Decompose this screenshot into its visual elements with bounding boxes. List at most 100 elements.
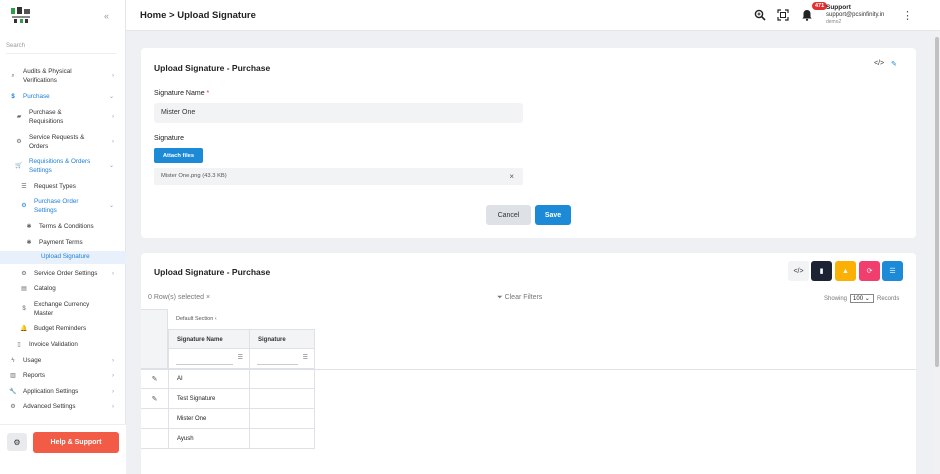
filter-icon: ⏷ xyxy=(497,294,503,301)
sidebar-search-input[interactable]: Search xyxy=(6,43,116,54)
user-email: support@pcsinfinity.in xyxy=(826,12,885,18)
sidebar-item-advanced-settings[interactable]: ⚙ Advanced Settings › xyxy=(0,403,126,412)
chevron-right-icon: › xyxy=(112,389,114,395)
cancel-button[interactable]: Cancel xyxy=(486,205,531,225)
user-menu[interactable]: Support support@pcsinfinity.in demo2 xyxy=(826,4,884,25)
report-icon: ▥ xyxy=(10,373,16,379)
sidebar-item-request-types[interactable]: ☰ Request Types xyxy=(0,183,126,192)
scrollbar-thumb[interactable] xyxy=(935,37,939,367)
signature-name-input[interactable]: Mister One xyxy=(154,103,523,123)
help-support-button[interactable]: Help & Support xyxy=(33,432,119,453)
collapse-section-icon: ‹ xyxy=(214,316,217,322)
sidebar-item-application-settings[interactable]: 🔧 Application Settings › xyxy=(0,388,126,397)
warning-button[interactable]: ▲ xyxy=(835,261,856,281)
edit-row-icon[interactable]: ✎ xyxy=(141,389,168,409)
sidebar-item-service-requests[interactable]: ⚙ Service Requests & Orders › xyxy=(0,134,126,151)
document-button[interactable]: ▮ xyxy=(811,261,832,281)
dollar-icon: $ xyxy=(22,306,26,313)
refresh-button[interactable]: ⟳ xyxy=(859,261,880,281)
sidebar-item-usage[interactable]: ϟ Usage › xyxy=(0,357,126,366)
page-size-select[interactable]: 100 ⌄ xyxy=(850,294,875,303)
top-header: Home > Upload Signature 471 Support supp… xyxy=(126,0,940,31)
sidebar-item-catalog[interactable]: ▤ Catalog xyxy=(0,285,126,294)
required-mark: * xyxy=(206,90,210,97)
table-row[interactable]: Ayush xyxy=(141,429,315,449)
user-org: demo2 xyxy=(826,19,842,25)
page-scrollbar[interactable] xyxy=(934,31,940,474)
clear-filters-button[interactable]: ⏷ Clear Filters xyxy=(497,294,542,302)
gear-icon: ⚙ xyxy=(21,271,27,277)
company-logo[interactable] xyxy=(10,6,32,24)
bell-icon[interactable] xyxy=(801,9,813,24)
user-name: Support xyxy=(826,4,851,11)
chevron-down-icon: ⌄ xyxy=(108,203,114,210)
menu-list-button[interactable]: ☰ xyxy=(882,261,903,281)
signature-cell xyxy=(250,429,315,449)
wrench-icon: 🔧 xyxy=(9,389,17,395)
chevron-right-icon: › xyxy=(112,404,114,410)
sidebar-footer: ⚙ Help & Support xyxy=(0,424,126,474)
filter-icon[interactable]: ☰ xyxy=(238,354,243,361)
sidebar-item-exchange-currency[interactable]: $ Exchange Currency Master xyxy=(0,301,126,318)
chevron-right-icon: › xyxy=(112,358,114,364)
signature-filter[interactable]: ☰ xyxy=(250,349,315,369)
signature-name-cell: Test Signature xyxy=(168,389,250,409)
clear-selection-icon[interactable]: × xyxy=(206,294,210,301)
signature-cell xyxy=(250,369,315,389)
truck-icon: ▰ xyxy=(16,114,22,121)
page-size-control: Showing 100 ⌄ Records xyxy=(824,294,900,303)
chevron-right-icon: › xyxy=(112,73,114,80)
edit-pencil-icon[interactable]: ✎ xyxy=(891,60,897,68)
sidebar-item-purchase-order-settings[interactable]: ⚙ Purchase Order Settings ⌄ xyxy=(0,198,126,215)
sidebar-item-requisitions-orders-settings[interactable]: 🛒 Requisitions & Orders Settings ⌄ xyxy=(0,158,126,175)
signature-name-filter[interactable]: ☰ xyxy=(168,349,250,369)
more-options-icon[interactable]: ⋮ xyxy=(902,9,913,22)
asterisk-icon: ✱ xyxy=(26,240,32,246)
attach-files-button[interactable]: Attach files xyxy=(154,148,203,163)
signature-cell xyxy=(250,389,315,409)
column-header-signature-name[interactable]: Signature Name xyxy=(168,329,250,349)
code-view-button[interactable]: </> xyxy=(788,261,809,281)
sidebar-item-reports[interactable]: ▥ Reports › xyxy=(0,372,126,381)
table-row[interactable]: ✎ Test Signature xyxy=(141,389,315,409)
asterisk-icon: ✱ xyxy=(26,224,32,230)
settings-gear-icon[interactable]: ⚙ xyxy=(7,433,27,451)
sidebar-item-terms-conditions[interactable]: ✱ Terms & Conditions xyxy=(0,223,126,232)
sidebar-item-audits[interactable]: ⌕ Audits & Physical Verifications › xyxy=(0,68,126,85)
attached-file-row: Mister One.png (43.3 KB) × xyxy=(154,168,523,185)
remove-file-icon[interactable]: × xyxy=(509,168,514,185)
column-header-signature[interactable]: Signature xyxy=(250,329,315,349)
form-title: Upload Signature - Purchase xyxy=(154,63,271,73)
chevron-down-icon: ⌄ xyxy=(108,94,114,100)
sidebar-item-upload-signature[interactable]: Upload Signature xyxy=(0,251,126,264)
cart-icon: 🛒 xyxy=(15,163,23,170)
book-icon: ▤ xyxy=(21,286,27,292)
dollar-icon: $ xyxy=(11,94,15,100)
sidebar-item-budget-reminders[interactable]: 🔔 Budget Reminders xyxy=(0,325,126,334)
signature-name-cell: AI xyxy=(168,369,250,389)
collapse-sidebar-icon[interactable]: « xyxy=(104,11,109,21)
sidebar-item-purchase-requisitions[interactable]: ▰ Purchase & Requisitions › xyxy=(0,109,126,126)
chevron-right-icon: › xyxy=(112,373,114,379)
gears-icon: ⚙ xyxy=(16,139,22,146)
table-row[interactable]: ✎ AI xyxy=(141,369,315,389)
attached-file-name: Mister One.png (43.3 KB) xyxy=(161,173,227,179)
signature-cell xyxy=(250,409,315,429)
signature-name-cell: Ayush xyxy=(168,429,250,449)
sidebar-item-invoice-validation[interactable]: ▯ Invoice Validation xyxy=(0,341,126,350)
table-row[interactable]: Mister One xyxy=(141,409,315,429)
code-icon[interactable]: </> xyxy=(874,60,884,67)
sidebar-item-purchase[interactable]: $ Purchase ⌄ xyxy=(0,93,126,102)
zoom-search-icon[interactable] xyxy=(754,9,766,24)
sidebar-item-service-order-settings[interactable]: ⚙ Service Order Settings › xyxy=(0,270,126,279)
sidebar-item-payment-terms[interactable]: ✱ Payment Terms xyxy=(0,239,126,248)
filter-icon[interactable]: ☰ xyxy=(303,354,308,361)
signature-name-cell: Mister One xyxy=(168,409,250,429)
save-button[interactable]: Save xyxy=(535,205,571,225)
audit-icon: ⌕ xyxy=(11,73,15,80)
section-header[interactable]: Default Section ‹ xyxy=(176,316,217,322)
edit-row-icon[interactable]: ✎ xyxy=(141,369,168,389)
bell-icon: 🔔 xyxy=(20,326,28,332)
barcode-scan-icon[interactable] xyxy=(777,9,789,24)
gears-icon: ⚙ xyxy=(10,404,16,410)
